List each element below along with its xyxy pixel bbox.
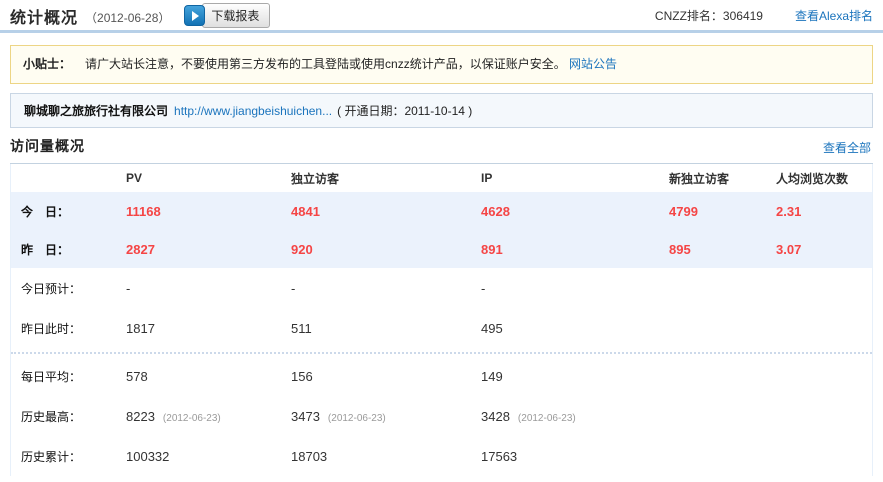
column-header-uv: 独立访客 (291, 170, 481, 187)
view-all-link[interactable]: 查看全部 (823, 139, 871, 156)
tip-label: 小贴士： (23, 57, 71, 71)
site-notice-link[interactable]: 网站公告 (569, 57, 617, 71)
cell-uv: 156 (291, 369, 481, 384)
record-date: (2012-06-23) (518, 413, 576, 424)
cnzz-overview-page: 统计概况 （2012-06-28） 下载报表 CNZZ排名：306419 查看A… (0, 0, 883, 476)
cell-newuv: 4799 (636, 204, 746, 219)
cell-pv: 8223(2012-06-23) (126, 409, 291, 424)
cell-uv: 4841 (291, 204, 481, 219)
column-header-pv: PV (126, 171, 291, 185)
column-header-newuv: 新独立访客 (636, 170, 746, 187)
row-label: 昨日此时： (21, 320, 126, 337)
section-title: 访问量概况 (10, 136, 85, 156)
cell-pv: 11168 (126, 204, 291, 219)
row-label: 每日平均： (21, 368, 126, 385)
cell-ip: 3428(2012-06-23) (481, 409, 636, 424)
table-header-row: PV独立访客IP新独立访客人均浏览次数 (11, 164, 872, 192)
cell-ip: 495 (481, 321, 636, 336)
row-label: 昨 日： (21, 241, 126, 258)
play-icon (184, 5, 205, 26)
cell-avg: 3.07 (746, 242, 872, 257)
cell-ip: 4628 (481, 204, 636, 219)
site-info-bar: 聊城聊之旅旅行社有限公司 http://www.jiangbeishuichen.… (10, 93, 873, 128)
cell-uv: 511 (291, 321, 481, 336)
table-row: 昨日此时：1817511495 (11, 308, 872, 348)
tip-text: 请广大站长注意，不要使用第三方发布的工具登陆或使用cnzz统计产品，以保证账户安… (85, 57, 566, 71)
cell-pv: 2827 (126, 242, 291, 257)
tip-bar: 小贴士： 请广大站长注意，不要使用第三方发布的工具登陆或使用cnzz统计产品，以保… (10, 45, 873, 84)
cnzz-rank-value: 306419 (723, 9, 763, 23)
row-label: 今 日： (21, 203, 126, 220)
cell-uv: - (291, 281, 481, 296)
cell-avg: 2.31 (746, 204, 872, 219)
column-header-avg: 人均浏览次数 (746, 170, 872, 187)
cell-uv: 920 (291, 242, 481, 257)
section-header: 访问量概况 查看全部 (10, 136, 873, 164)
table-row: 历史最高：8223(2012-06-23)3473(2012-06-23)342… (11, 396, 872, 436)
page-title: 统计概况 (10, 4, 78, 28)
alexa-rank-link[interactable]: 查看Alexa排名 (795, 7, 873, 24)
site-url-link[interactable]: http://www.jiangbeishuichen... (174, 104, 332, 118)
cell-uv: 3473(2012-06-23) (291, 409, 481, 424)
visits-table: PV独立访客IP新独立访客人均浏览次数 今 日：1116848414628479… (10, 164, 873, 476)
dotted-divider (11, 352, 872, 354)
record-date: (2012-06-23) (163, 413, 221, 424)
cell-uv: 18703 (291, 449, 481, 464)
cnzz-rank: CNZZ排名：306419 (655, 7, 763, 24)
column-header-ip: IP (481, 171, 636, 185)
site-open-date: ( 开通日期：2011-10-14 ) (337, 104, 472, 118)
cell-pv: 1817 (126, 321, 291, 336)
table-row: 历史累计：1003321870317563 (11, 436, 872, 476)
site-name: 聊城聊之旅旅行社有限公司 (24, 104, 168, 118)
table-row: 每日平均：578156149 (11, 356, 872, 396)
row-label: 今日预计： (21, 280, 126, 297)
table-body: 今 日：111684841462847992.31昨 日：28279208918… (11, 192, 872, 476)
cell-ip: 891 (481, 242, 636, 257)
cell-ip: 149 (481, 369, 636, 384)
cell-newuv: 895 (636, 242, 746, 257)
cnzz-rank-label: CNZZ排名： (655, 9, 723, 23)
download-report-button[interactable]: 下载报表 (184, 3, 270, 28)
download-report-label: 下载报表 (202, 3, 270, 28)
row-label: 历史累计： (21, 448, 126, 465)
record-date: (2012-06-23) (328, 413, 386, 424)
cell-ip: 17563 (481, 449, 636, 464)
table-row: 昨 日：28279208918953.07 (11, 230, 872, 268)
cell-pv: 100332 (126, 449, 291, 464)
cell-pv: - (126, 281, 291, 296)
table-row: 今 日：111684841462847992.31 (11, 192, 872, 230)
page-header: 统计概况 （2012-06-28） 下载报表 CNZZ排名：306419 查看A… (0, 0, 883, 33)
row-label: 历史最高： (21, 408, 126, 425)
cell-pv: 578 (126, 369, 291, 384)
cell-ip: - (481, 281, 636, 296)
report-date: （2012-06-28） (85, 6, 170, 26)
table-row: 今日预计：--- (11, 268, 872, 308)
